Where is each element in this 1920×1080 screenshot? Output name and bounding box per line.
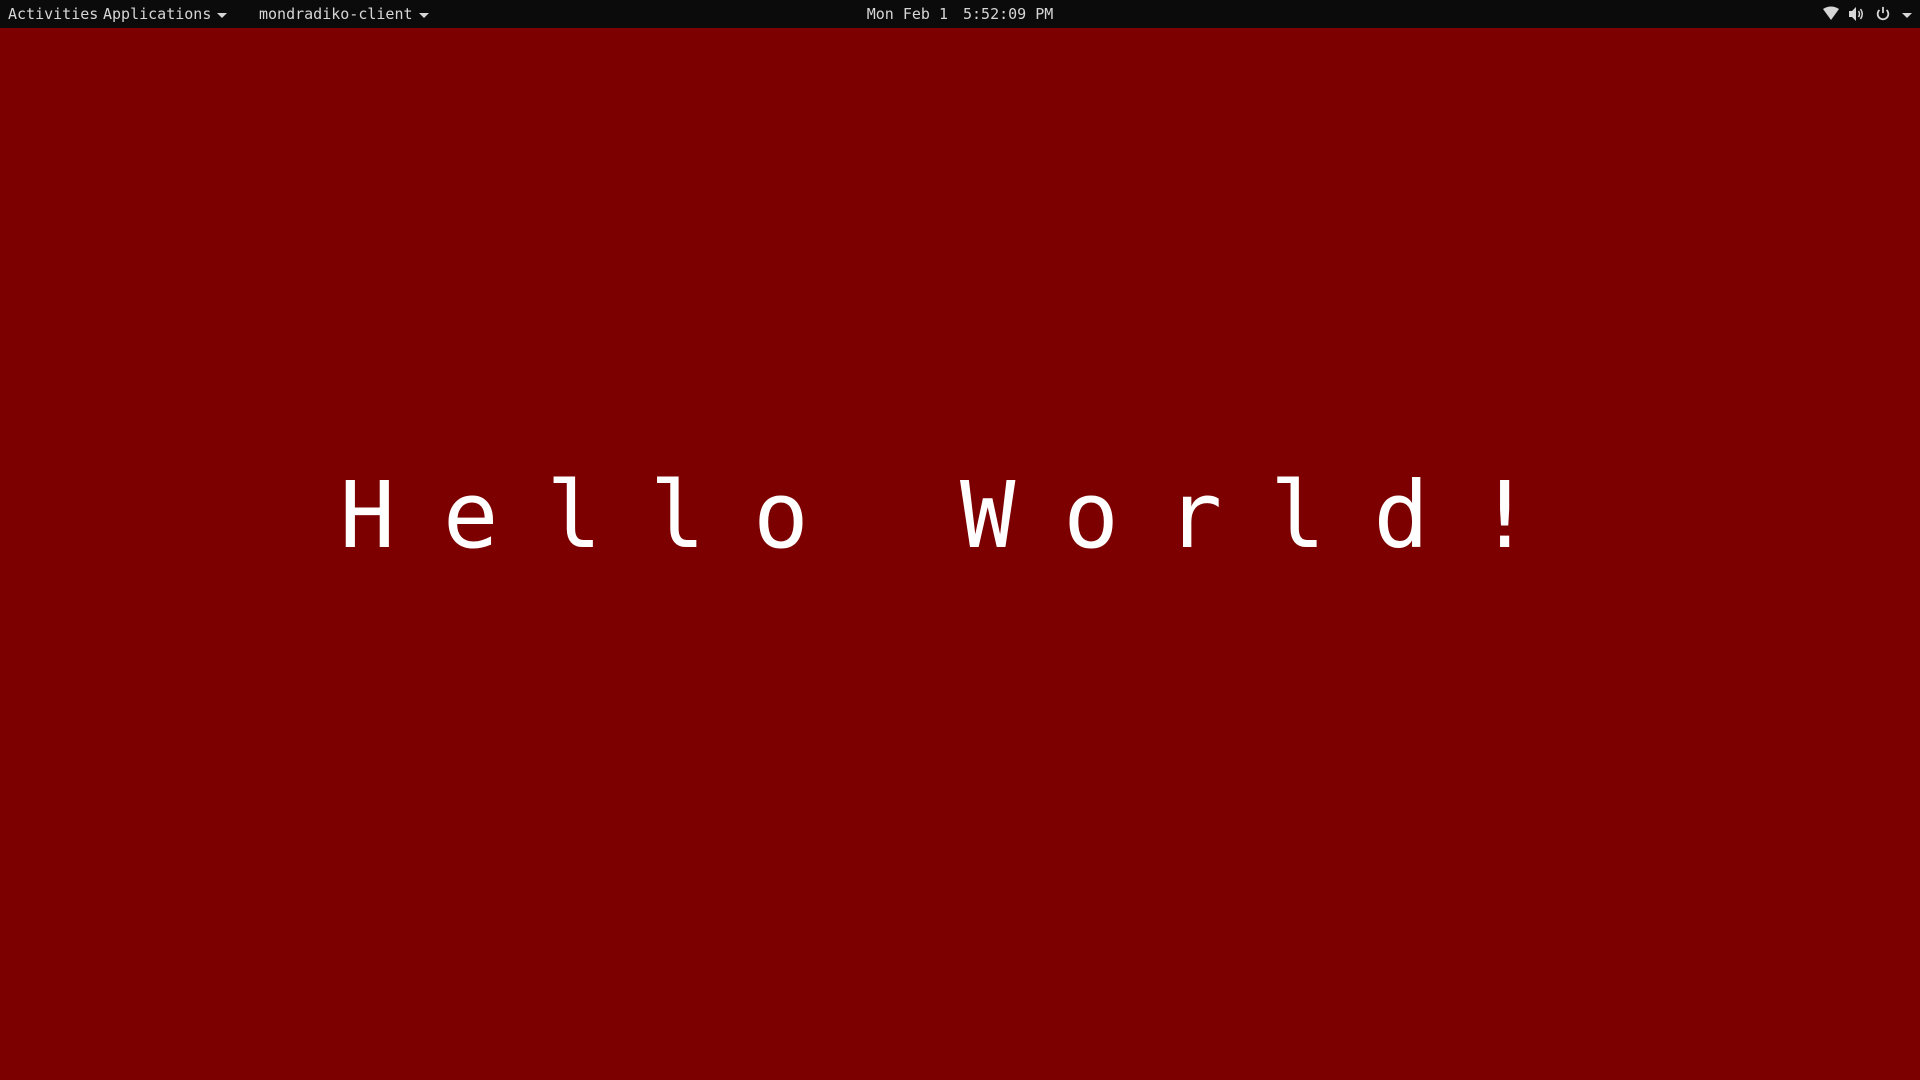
clock-button[interactable]: Mon Feb 1 5:52:09 PM xyxy=(867,5,1054,23)
clock-time: 5:52:09 PM xyxy=(962,5,1054,23)
chevron-down-icon xyxy=(217,12,228,18)
clock-date: Mon Feb 1 xyxy=(866,5,948,23)
system-status-menu[interactable] xyxy=(1822,6,1912,22)
app-menu-label: mondradiko-client xyxy=(259,5,413,23)
power-icon xyxy=(1874,6,1892,22)
app-menu[interactable]: mondradiko-client xyxy=(259,0,429,28)
hello-world-text: Hello World! xyxy=(339,462,1581,569)
wifi-icon xyxy=(1822,6,1840,22)
activities-label: Activities xyxy=(8,5,99,23)
applications-label: Applications xyxy=(103,5,212,23)
activities-button[interactable]: Activities xyxy=(8,0,98,28)
applications-menu[interactable]: Applications xyxy=(103,0,228,28)
chevron-down-icon xyxy=(418,12,429,18)
chevron-down-icon xyxy=(1902,12,1912,18)
volume-icon xyxy=(1848,6,1866,22)
top-bar: Activities Applications mondradiko-clien… xyxy=(0,0,1920,28)
